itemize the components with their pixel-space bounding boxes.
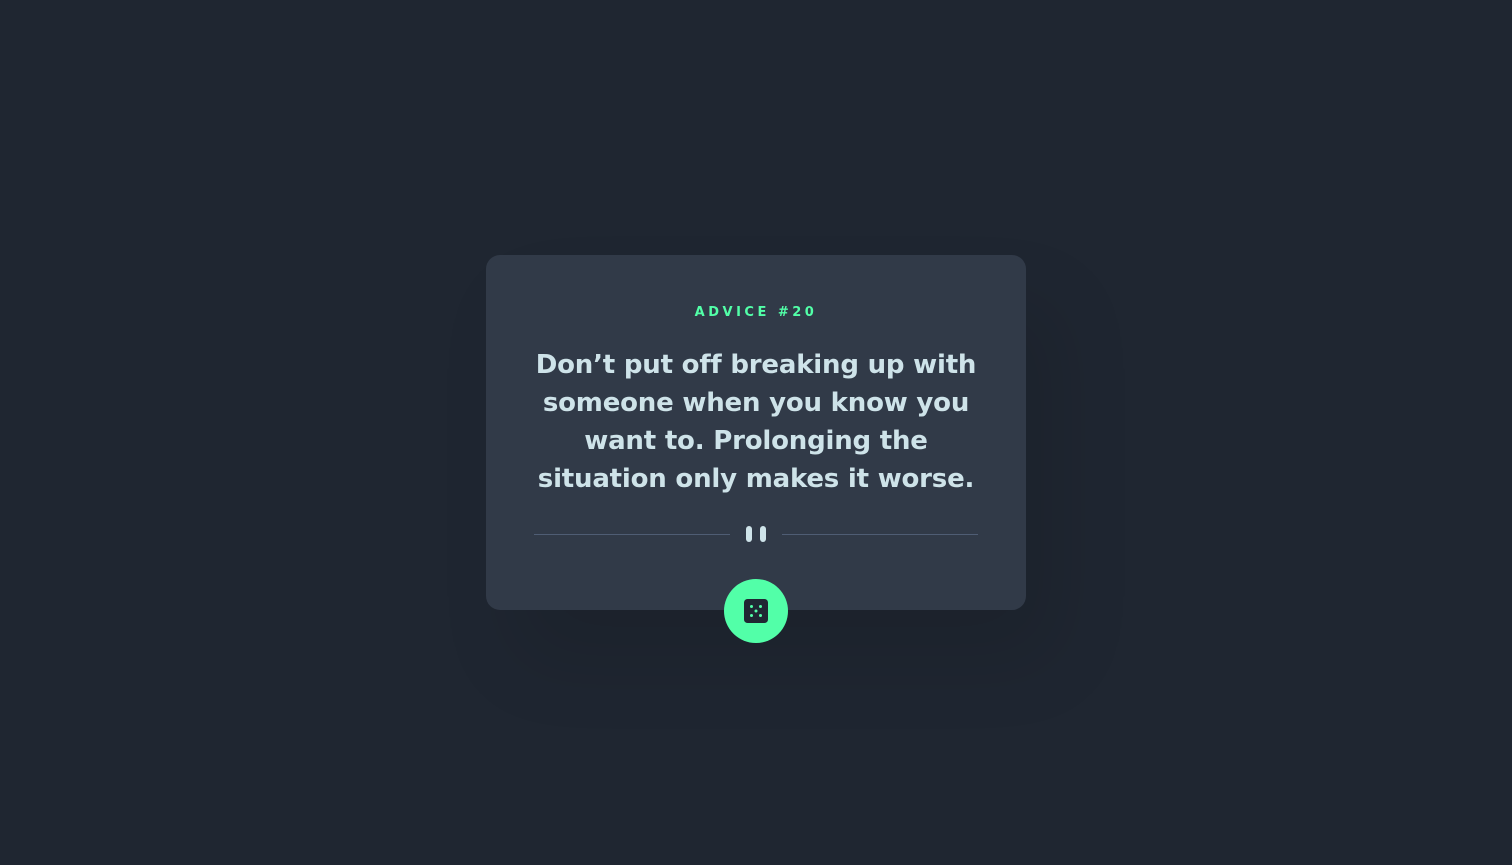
dice-icon [744, 599, 768, 623]
new-advice-button[interactable] [724, 579, 788, 643]
pattern-divider [534, 524, 978, 544]
advice-quote: Don’t put off breaking up with someone w… [535, 350, 977, 494]
divider-line-right [782, 534, 978, 535]
pause-icon [746, 526, 766, 542]
divider-line-left [534, 534, 730, 535]
advice-id-label: ADVICE #20 [694, 305, 818, 320]
page: ADVICE #20 Don’t put off breaking up wit… [0, 0, 1512, 865]
advice-card: ADVICE #20 Don’t put off breaking up wit… [486, 255, 1026, 610]
